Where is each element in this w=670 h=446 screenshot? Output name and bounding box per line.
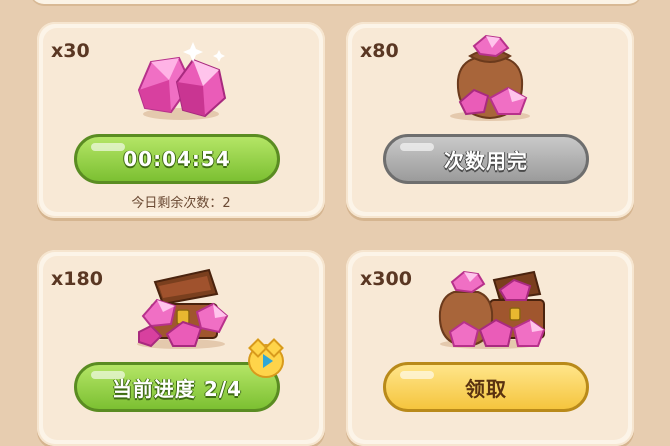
button-shine [400, 371, 434, 379]
claim-label: 领取 [465, 376, 507, 401]
countdown-label: 00:04:54 [123, 147, 231, 171]
reward-card-300: x300 领取 [346, 250, 634, 446]
gem-count: x30 [51, 40, 90, 62]
claim-button[interactable]: 领取 [383, 362, 589, 412]
button-shine [91, 143, 125, 151]
used-up-button[interactable]: 次数用完 [383, 134, 589, 184]
used-up-label: 次数用完 [444, 148, 528, 173]
pink-gems-icon [137, 42, 227, 120]
reward-card-30: x30 00:04:54 今日剩余次数：2 [37, 22, 325, 218]
top-panel-edge [30, 0, 642, 4]
gem-count: x180 [51, 268, 103, 290]
reward-card-80: x80 次数用完 [346, 22, 634, 218]
gem-sack-icon [450, 34, 530, 121]
gem-count: x80 [360, 40, 399, 62]
gem-chest-icon [137, 268, 229, 349]
remaining-times-text: 今日剩余次数：2 [131, 196, 231, 211]
button-shine [400, 143, 434, 151]
countdown-timer-button[interactable]: 00:04:54 [74, 134, 280, 184]
button-shine [91, 371, 125, 379]
video-play-icon[interactable] [248, 338, 284, 378]
play-triangle [262, 354, 273, 368]
gem-sack-and-chest-icon [438, 270, 546, 349]
progress-button[interactable]: 当前进度 2/4 [74, 362, 280, 412]
progress-label: 当前进度 2/4 [111, 376, 243, 401]
gem-count: x300 [360, 268, 412, 290]
